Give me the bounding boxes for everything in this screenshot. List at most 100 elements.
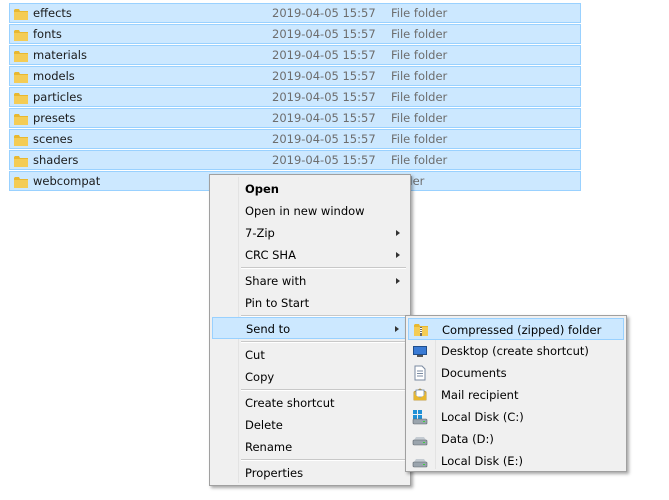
file-name: fonts: [33, 27, 62, 41]
menu-item-copy[interactable]: Copy: [212, 366, 408, 388]
send-to-data-d[interactable]: Data (D:): [408, 428, 624, 450]
folder-icon: [14, 135, 28, 146]
documents-icon: [414, 365, 426, 381]
folder-icon: [14, 9, 28, 20]
mail-icon: [413, 388, 427, 401]
menu-item-label: CRC SHA: [245, 248, 296, 262]
send-to-submenu: Compressed (zipped) folder Desktop (crea…: [405, 315, 627, 472]
file-date: 2019-04-05 15:57: [272, 69, 376, 83]
file-row-effects[interactable]: effects 2019-04-05 15:57 File folder: [9, 3, 581, 23]
file-row-fonts[interactable]: fonts 2019-04-05 15:57 File folder: [9, 24, 581, 44]
menu-item-label: Properties: [245, 466, 304, 480]
desktop-icon: [413, 346, 427, 357]
menu-item-label: Create shortcut: [245, 396, 335, 410]
submenu-arrow-icon: [395, 326, 399, 332]
file-name: webcompat: [33, 174, 101, 188]
submenu-arrow-icon: [396, 230, 400, 236]
folder-icon: [14, 51, 28, 62]
context-menu: Open Open in new window 7-Zip CRC SHA Sh…: [209, 174, 411, 486]
menu-item-label: 7-Zip: [245, 226, 275, 240]
file-name: scenes: [33, 132, 73, 146]
menu-item-open[interactable]: Open: [212, 178, 408, 200]
menu-item-label: Compressed (zipped) folder: [442, 323, 602, 337]
menu-item-delete[interactable]: Delete: [212, 414, 408, 436]
menu-item-label: Local Disk (C:): [441, 410, 524, 424]
send-to-local-disk-e[interactable]: Local Disk (E:): [408, 450, 624, 472]
folder-icon: [14, 156, 28, 167]
file-type: File folder: [391, 69, 448, 83]
file-row-presets[interactable]: presets 2019-04-05 15:57 File folder: [9, 108, 581, 128]
menu-item-pin-to-start[interactable]: Pin to Start: [212, 292, 408, 314]
folder-icon: [14, 72, 28, 83]
menu-item-label: Data (D:): [441, 432, 494, 446]
menu-item-label: Open in new window: [245, 204, 365, 218]
file-type: File folder: [391, 48, 448, 62]
menu-item-label: Mail recipient: [441, 388, 519, 402]
menu-item-label: Desktop (create shortcut): [441, 344, 589, 358]
folder-icon: [14, 177, 28, 188]
send-to-desktop[interactable]: Desktop (create shortcut): [408, 340, 624, 362]
menu-item-cut[interactable]: Cut: [212, 344, 408, 366]
file-row-shaders[interactable]: shaders 2019-04-05 15:57 File folder: [9, 150, 581, 170]
file-name: models: [33, 69, 75, 83]
menu-item-label: Cut: [245, 348, 265, 362]
file-date: 2019-04-05 15:57: [272, 27, 376, 41]
menu-item-send-to[interactable]: Send to: [212, 317, 408, 339]
menu-item-rename[interactable]: Rename: [212, 436, 408, 458]
send-to-documents[interactable]: Documents: [408, 362, 624, 384]
menu-item-label: Copy: [245, 370, 275, 384]
file-row-models[interactable]: models 2019-04-05 15:57 File folder: [9, 66, 581, 86]
zip-folder-icon: [414, 324, 428, 336]
file-row-particles[interactable]: particles 2019-04-05 15:57 File folder: [9, 87, 581, 107]
explorer-window: effects 2019-04-05 15:57 File folder fon…: [0, 0, 669, 500]
menu-item-label: Documents: [441, 366, 507, 380]
send-to-compressed-folder[interactable]: Compressed (zipped) folder: [408, 318, 624, 340]
windows-drive-icon: [412, 410, 428, 425]
submenu-arrow-icon: [396, 278, 400, 284]
file-type: File folder: [391, 153, 448, 167]
send-to-local-disk-c[interactable]: Local Disk (C:): [408, 406, 624, 428]
file-date: 2019-04-05 15:57: [272, 48, 376, 62]
drive-icon: [412, 459, 428, 468]
folder-icon: [14, 93, 28, 104]
menu-separator: [241, 459, 406, 461]
file-type: File folder: [391, 90, 448, 104]
file-row-scenes[interactable]: scenes 2019-04-05 15:57 File folder: [9, 129, 581, 149]
menu-item-create-shortcut[interactable]: Create shortcut: [212, 392, 408, 414]
menu-item-label: Rename: [245, 440, 293, 454]
file-date: 2019-04-05 15:57: [272, 132, 376, 146]
submenu-arrow-icon: [396, 252, 400, 258]
menu-separator: [241, 267, 406, 269]
folder-icon: [14, 114, 28, 125]
folder-icon: [14, 30, 28, 41]
file-name: particles: [33, 90, 83, 104]
menu-item-label: Pin to Start: [245, 296, 310, 310]
file-row-materials[interactable]: materials 2019-04-05 15:57 File folder: [9, 45, 581, 65]
file-date: 2019-04-05 15:57: [272, 153, 376, 167]
drive-icon: [412, 437, 428, 446]
file-type: File folder: [391, 111, 448, 125]
send-to-mail-recipient[interactable]: Mail recipient: [408, 384, 624, 406]
menu-item-label: Send to: [246, 322, 291, 336]
menu-item-open-new-window[interactable]: Open in new window: [212, 200, 408, 222]
menu-item-label: Delete: [245, 418, 283, 432]
file-name: shaders: [33, 153, 79, 167]
menu-item-crc-sha[interactable]: CRC SHA: [212, 244, 408, 266]
menu-item-7zip[interactable]: 7-Zip: [212, 222, 408, 244]
file-name: effects: [33, 6, 72, 20]
file-name: presets: [33, 111, 76, 125]
menu-item-label: Local Disk (E:): [441, 454, 523, 468]
file-date: 2019-04-05 15:57: [272, 90, 376, 104]
menu-item-share-with[interactable]: Share with: [212, 270, 408, 292]
file-type: File folder: [391, 6, 448, 20]
file-name: materials: [33, 48, 87, 62]
file-date: 2019-04-05 15:57: [272, 111, 376, 125]
menu-item-label: Share with: [245, 274, 307, 288]
menu-separator: [241, 389, 406, 391]
file-type: File folder: [391, 132, 448, 146]
menu-item-properties[interactable]: Properties: [212, 462, 408, 484]
menu-item-label: Open: [245, 182, 279, 196]
file-type: File folder: [391, 27, 448, 41]
menu-separator: [241, 341, 406, 343]
file-date: 2019-04-05 15:57: [272, 6, 376, 20]
